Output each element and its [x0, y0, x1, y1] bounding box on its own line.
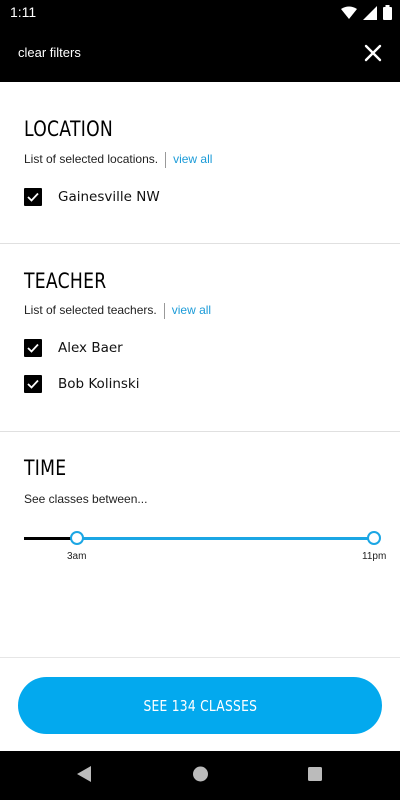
see-classes-button[interactable]: SEE 134 CLASSES — [18, 677, 382, 734]
checkbox-checked[interactable] — [24, 188, 42, 206]
home-icon[interactable] — [192, 765, 209, 783]
slider-end-label: 11pm — [362, 551, 387, 562]
signal-icon — [363, 5, 377, 20]
footer: SEE 134 CLASSES — [0, 657, 400, 751]
wifi-icon — [341, 6, 357, 19]
status-time: 1:11 — [10, 4, 37, 20]
recents-icon[interactable] — [307, 765, 323, 783]
location-option-label: Gainesville NW — [58, 189, 160, 205]
section-divider — [0, 243, 400, 244]
checkbox-checked[interactable] — [24, 339, 42, 357]
divider — [165, 152, 167, 168]
back-icon[interactable] — [76, 765, 92, 783]
teacher-title: TEACHER — [24, 269, 107, 293]
teacher-option-alex-baer[interactable]: Alex Baer — [24, 339, 123, 357]
teacher-option-label: Bob Kolinski — [58, 376, 140, 392]
teacher-view-all-link[interactable]: view all — [172, 303, 211, 317]
see-classes-label: SEE 134 CLASSES — [143, 696, 257, 715]
slider-start-handle[interactable] — [70, 531, 84, 545]
section-divider — [0, 431, 400, 432]
location-subtitle-text: List of selected locations. — [24, 152, 159, 167]
location-title: LOCATION — [24, 117, 114, 141]
time-range-slider[interactable]: 3am 11pm — [24, 531, 386, 562]
battery-icon — [383, 5, 392, 20]
location-option-gainesville-nw[interactable]: Gainesville NW — [24, 188, 160, 206]
close-icon[interactable] — [362, 42, 384, 64]
filter-header: clear filters — [0, 26, 400, 82]
check-icon — [27, 379, 39, 389]
time-subtitle: See classes between... — [24, 492, 148, 506]
teacher-subtitle: List of selected teachers. view all — [24, 303, 211, 319]
time-title: TIME — [24, 456, 67, 480]
teacher-option-label: Alex Baer — [58, 340, 123, 356]
teacher-option-bob-kolinski[interactable]: Bob Kolinski — [24, 375, 139, 393]
check-icon — [27, 343, 39, 353]
status-bar: 1:11 — [0, 0, 400, 26]
location-view-all-link[interactable]: view all — [173, 152, 212, 166]
status-icons — [341, 5, 392, 20]
slider-start-label: 3am — [67, 551, 87, 562]
checkbox-checked[interactable] — [24, 375, 42, 393]
slider-end-handle[interactable] — [367, 531, 381, 545]
system-nav-bar — [0, 751, 400, 800]
location-subtitle: List of selected locations. view all — [24, 152, 212, 168]
clear-filters-button[interactable]: clear filters — [18, 45, 81, 60]
slider-track-active — [76, 537, 374, 540]
teacher-subtitle-text: List of selected teachers. — [24, 303, 157, 318]
check-icon — [27, 192, 39, 202]
divider — [163, 303, 165, 319]
